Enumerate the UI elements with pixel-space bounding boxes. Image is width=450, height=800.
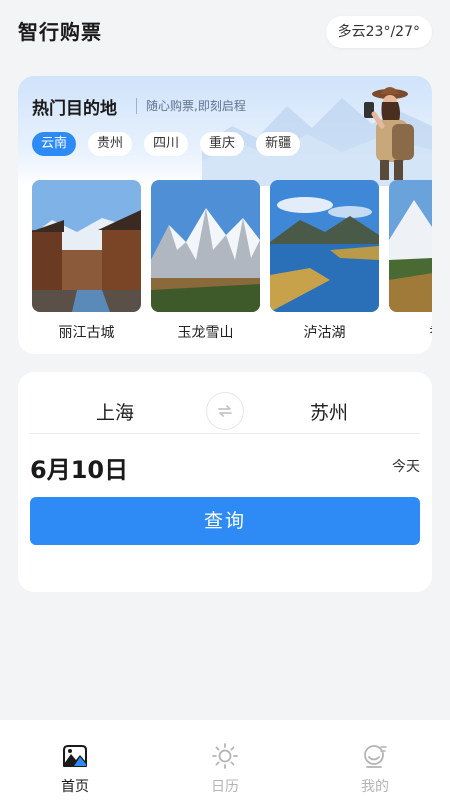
sun-icon — [212, 743, 238, 769]
scenic-name: 泸沽湖 — [303, 325, 346, 341]
scenic-name: 香格 — [389, 322, 433, 342]
scenic-spot-card[interactable]: 丽江古城 — [32, 180, 141, 350]
scenic-spot-card[interactable]: 香格 — [389, 180, 432, 350]
destinations-banner: 热门目的地 随心购票,即刻启程 云南 贵州 四川 重庆 新疆 — [18, 76, 432, 186]
bottom-tab-bar: 首页 日历 我的 — [0, 720, 450, 800]
scenic-spot-card[interactable]: 泸沽湖 — [270, 180, 379, 350]
chip-sichuan[interactable]: 四川 — [144, 132, 189, 156]
chip-xinjiang[interactable]: 新疆 — [256, 132, 301, 156]
departure-city[interactable]: 上海 — [96, 398, 134, 425]
scenic-name: 玉龙雪山 — [177, 325, 234, 341]
tab-calendar[interactable]: 日历 — [150, 720, 300, 800]
title-divider — [136, 98, 137, 114]
weather-badge[interactable]: 多云23°/27° — [325, 16, 432, 48]
destinations-subtitle: 随心购票,即刻启程 — [146, 99, 246, 113]
scenic-spot-list: 丽江古城 玉龙雪山 泸沽湖 — [32, 180, 432, 350]
home-mountain-icon — [63, 745, 87, 767]
hot-destinations-card: 热门目的地 随心购票,即刻启程 云南 贵州 四川 重庆 新疆 丽江古城 玉龙雪山… — [18, 76, 432, 354]
date-tag: 今天 — [392, 459, 420, 475]
chip-yunnan[interactable]: 云南 — [32, 132, 77, 156]
scenic-name: 丽江古城 — [58, 325, 115, 341]
chip-chongqing[interactable]: 重庆 — [200, 132, 245, 156]
traveler-illustration — [364, 87, 414, 180]
scenic-photo-snow-mountain — [151, 180, 260, 312]
swap-cities-button[interactable] — [206, 392, 244, 430]
header: 智行购票 多云23°/27° — [0, 0, 450, 64]
destinations-title: 热门目的地 — [32, 99, 117, 119]
tab-mine[interactable]: 我的 — [300, 720, 450, 800]
arrival-city[interactable]: 苏州 — [310, 398, 348, 425]
profile-icon — [364, 745, 387, 768]
scenic-photo-lake — [270, 180, 379, 312]
chip-guizhou[interactable]: 贵州 — [88, 132, 133, 156]
app-title: 智行购票 — [18, 20, 102, 44]
tab-home-label: 首页 — [61, 779, 89, 795]
scenic-spot-card[interactable]: 玉龙雪山 — [151, 180, 260, 350]
province-chips: 云南 贵州 四川 重庆 新疆 — [32, 132, 301, 156]
tab-mine-label: 我的 — [361, 779, 389, 795]
scenic-photo-old-town — [32, 180, 141, 312]
travel-date[interactable]: 6月10日 — [30, 450, 128, 485]
tab-home[interactable]: 首页 — [0, 720, 150, 800]
scenic-photo-shangri-la — [389, 180, 432, 312]
swap-icon — [218, 405, 232, 417]
search-button[interactable]: 查询 — [30, 497, 420, 545]
route-search-card: 上海 苏州 6月10日 今天 查询 — [18, 372, 432, 592]
route-divider — [30, 433, 420, 434]
tab-calendar-label: 日历 — [211, 779, 239, 795]
